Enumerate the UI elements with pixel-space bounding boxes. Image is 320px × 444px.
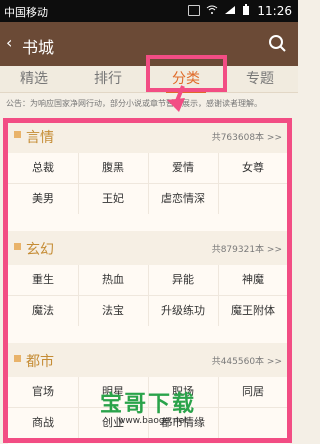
status-bar: 中国移动 11:26 <box>0 0 298 22</box>
notification-icon <box>188 4 200 16</box>
back-icon[interactable]: ‹ <box>6 33 12 52</box>
tab-featured[interactable]: 精选 <box>14 69 54 89</box>
tab-topics[interactable]: 专题 <box>240 69 280 89</box>
battery-icon <box>243 4 249 15</box>
carrier-label: 中国移动 <box>4 6 48 19</box>
tab-ranking[interactable]: 排行 <box>88 69 128 89</box>
status-icons <box>188 4 250 16</box>
page-title: 书城 <box>22 38 55 57</box>
wifi-icon <box>206 5 218 14</box>
annotation-content-highlight <box>3 118 292 443</box>
notice-banner: 公告：为响应国家净网行动，部分小说或章节暂停展示，感谢读者理解。 <box>6 99 262 108</box>
search-icon[interactable] <box>268 34 286 52</box>
signal-icon <box>225 6 235 14</box>
clock: 11:26 <box>257 4 292 18</box>
annotation-arrow-icon <box>167 85 185 112</box>
